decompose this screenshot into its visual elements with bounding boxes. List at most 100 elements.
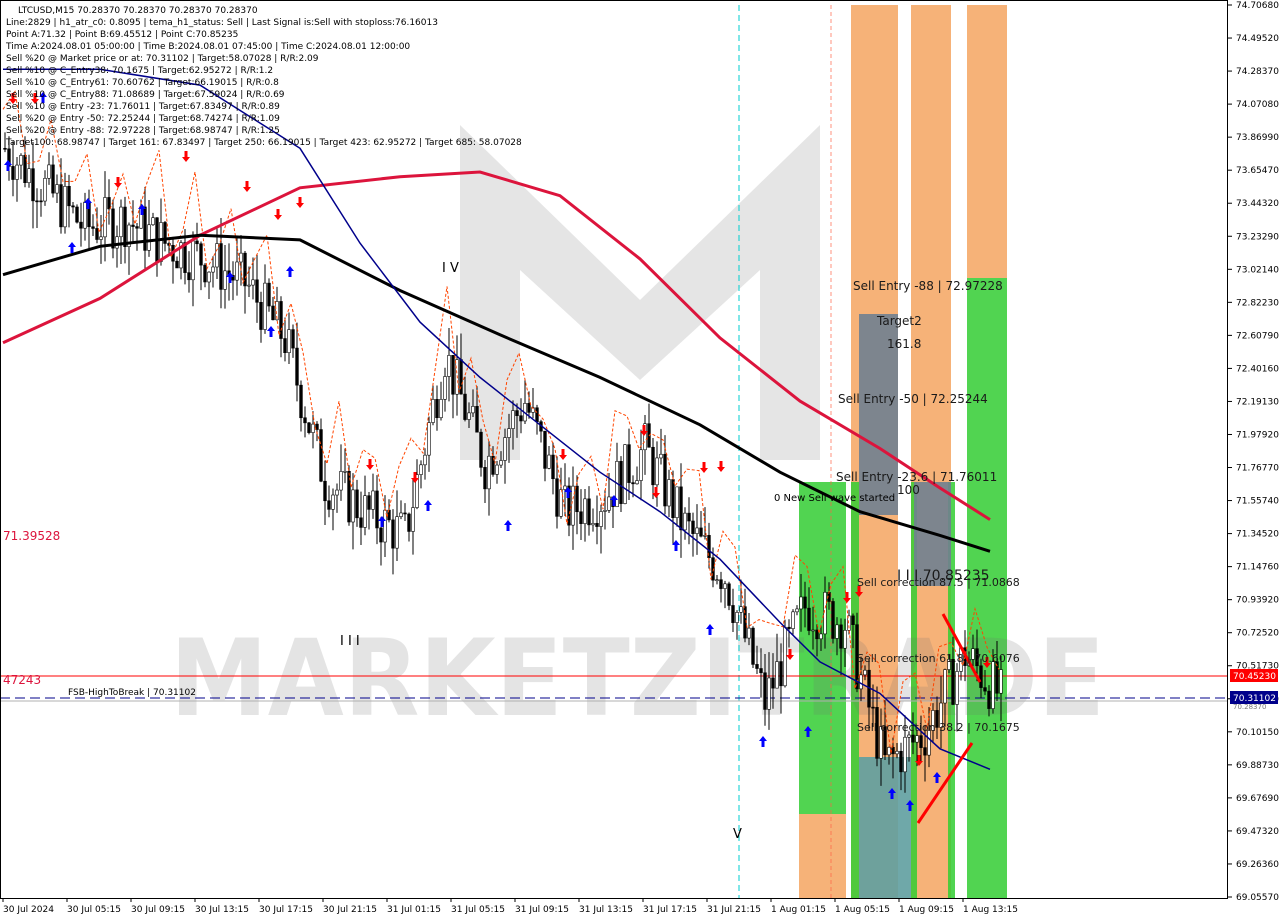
candle-body [435, 399, 439, 419]
candle-body [319, 429, 323, 482]
candle-body [467, 412, 471, 420]
candle-body [987, 690, 991, 709]
candle-body [671, 479, 675, 518]
price-tick-label: 71.34520 [1236, 530, 1279, 540]
candle-body [479, 431, 483, 468]
candle-body [339, 471, 343, 491]
candle-body [19, 155, 23, 166]
candle-body [151, 217, 155, 226]
candle-body [535, 407, 539, 423]
price-tick-label: 74.28370 [1236, 67, 1279, 77]
time-tick-label: 31 Jul 17:15 [643, 905, 697, 915]
price-tick-label: 73.44320 [1236, 199, 1279, 209]
candle-body [911, 734, 915, 743]
candle-body [795, 608, 799, 613]
candle-body [495, 464, 499, 475]
candle-body [559, 489, 563, 517]
candle-body [399, 512, 403, 517]
candle-body [507, 428, 511, 438]
wave-v-label: V [733, 827, 742, 842]
price-chart[interactable]: MARKETZITRADE LTCUSD,M15 70.28370 70.283… [0, 0, 1280, 920]
candle-body [295, 347, 299, 386]
candle-body [355, 489, 359, 519]
price-tick-label: 72.19130 [1236, 397, 1279, 407]
fib-1618-label: 161.8 [887, 337, 921, 351]
header-line: Sell %10 @ C_Entry61: 70.60762 | Target:… [6, 78, 279, 88]
price-tick-label: 73.23290 [1236, 232, 1279, 242]
candle-body [407, 513, 411, 532]
candle-body [327, 500, 331, 510]
candle-body [503, 437, 507, 461]
candle-body [427, 422, 431, 456]
price-tick-label: 69.05570 [1236, 893, 1279, 903]
candle-body [587, 498, 591, 526]
price-tick-label: 70.93920 [1236, 596, 1279, 606]
candle-body [451, 355, 455, 395]
candle-body [807, 607, 811, 631]
candle-body [375, 490, 379, 529]
candle-body [343, 470, 347, 473]
candle-body [51, 164, 55, 194]
time-tick-label: 31 Jul 21:15 [707, 905, 761, 915]
candle-body [91, 226, 95, 229]
candle-body [951, 659, 955, 705]
candle-body [659, 453, 663, 459]
candle-body [3, 147, 7, 150]
candle-body [815, 629, 819, 640]
candle-body [791, 611, 795, 629]
price-tick-label: 73.02140 [1236, 265, 1279, 275]
candle-body [887, 747, 891, 756]
candle-body [595, 523, 599, 527]
candle-body [627, 444, 631, 483]
candle-body [735, 612, 739, 623]
header-line: Sell %10 @ C_Entry88: 71.08689 | Target:… [6, 90, 285, 100]
candle-body [903, 736, 907, 773]
candle-body [787, 626, 791, 629]
target-100-label: 100 [897, 483, 920, 497]
candle-body [283, 338, 287, 353]
candle-body [207, 271, 211, 283]
candle-body [147, 224, 151, 251]
candle-body [487, 455, 491, 490]
candle-body [331, 494, 335, 510]
candle-body [119, 206, 123, 238]
candle-body [27, 168, 31, 183]
candle-body [131, 224, 135, 227]
candle-body [439, 399, 443, 419]
candle-body [683, 512, 687, 531]
candle-body [483, 467, 487, 490]
candle-body [15, 164, 19, 180]
left-level-label: 71.39528 [3, 529, 60, 543]
candle-body [363, 495, 367, 528]
candle-body [819, 633, 823, 640]
candle-body [527, 403, 531, 413]
candle-body [679, 486, 683, 531]
candle-body [515, 410, 519, 417]
candle-body [235, 261, 239, 281]
candle-body [99, 236, 103, 240]
price-tick-label: 72.60790 [1236, 331, 1279, 341]
candle-body [767, 677, 771, 710]
candle-body [915, 735, 919, 743]
candle-body [211, 266, 215, 273]
candle-body [259, 302, 263, 330]
candle-body [195, 240, 199, 245]
header-line: Point A:71.32 | Point B:69.45512 | Point… [6, 30, 238, 40]
price-tick-label: 74.07080 [1236, 100, 1279, 110]
candle-body [843, 629, 847, 649]
time-tick-label: 1 Aug 05:15 [835, 905, 890, 915]
candle-body [543, 430, 547, 469]
candle-body [335, 489, 339, 496]
candle-body [271, 305, 275, 321]
candle-body [555, 478, 559, 517]
candle-body [891, 747, 895, 755]
price-tick-label: 73.65470 [1236, 166, 1279, 176]
candle-body [411, 507, 415, 532]
time-tick-label: 30 Jul 21:15 [323, 905, 377, 915]
time-tick-label: 1 Aug 01:15 [771, 905, 826, 915]
candle-body [403, 512, 407, 515]
candle-body [583, 498, 587, 524]
candle-body [239, 252, 243, 263]
candle-body [115, 236, 119, 249]
candle-body [739, 606, 743, 613]
